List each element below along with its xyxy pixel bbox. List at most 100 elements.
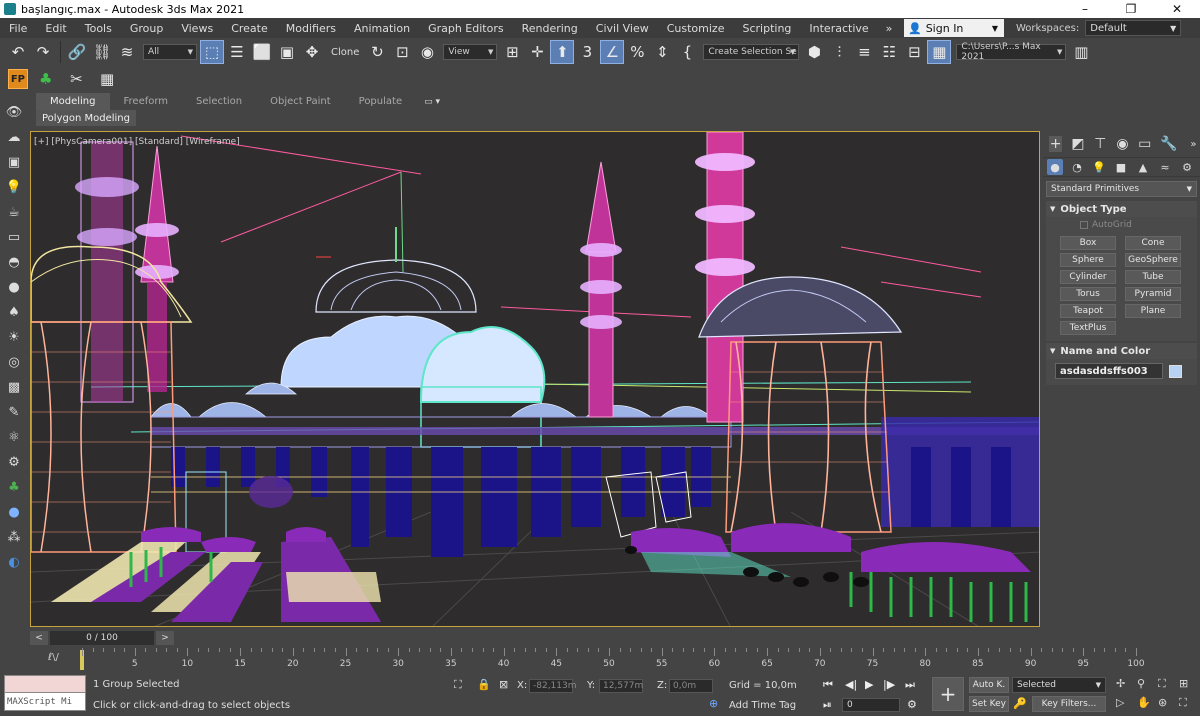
- box-button[interactable]: Box: [1060, 236, 1116, 250]
- sun-icon[interactable]: ☀: [4, 327, 24, 347]
- unlink-icon[interactable]: ⛓: [90, 40, 114, 64]
- menu-tools[interactable]: Tools: [76, 22, 121, 35]
- disc-icon[interactable]: ◎: [4, 352, 24, 372]
- pivot-icon[interactable]: ⊞: [500, 40, 524, 64]
- cameras-icon[interactable]: ■: [1113, 159, 1129, 175]
- sphere-icon[interactable]: ●: [4, 277, 24, 297]
- object-color-swatch[interactable]: [1169, 364, 1182, 378]
- zoom-extents-icon[interactable]: ⊞: [1179, 677, 1188, 690]
- menu-group[interactable]: Group: [121, 22, 173, 35]
- curve-editor-icon[interactable]: ℓ\/: [48, 652, 59, 663]
- undo-icon[interactable]: ↶: [6, 40, 30, 64]
- menu-rendering[interactable]: Rendering: [513, 22, 587, 35]
- spinner-snap-icon[interactable]: ⇕: [650, 40, 674, 64]
- menu-interactive[interactable]: Interactive: [800, 22, 877, 35]
- menu-overflow-icon[interactable]: »: [878, 22, 901, 35]
- x-coordinate-field[interactable]: -82,113m: [529, 679, 577, 693]
- current-frame-field[interactable]: 0: [842, 698, 900, 712]
- tools-icon[interactable]: ✂: [65, 67, 89, 91]
- cylinder-button[interactable]: Cylinder: [1060, 270, 1116, 284]
- menu-graph-editors[interactable]: Graph Editors: [419, 22, 513, 35]
- workspace-select[interactable]: Default ▼: [1085, 20, 1182, 36]
- torus-button[interactable]: Torus: [1060, 287, 1116, 301]
- menu-civil-view[interactable]: Civil View: [587, 22, 658, 35]
- maxscript-input[interactable]: MAXScript Mi: [4, 693, 86, 711]
- spacewarps-icon[interactable]: ≈: [1157, 159, 1173, 175]
- time-slider-handle[interactable]: 0 / 100: [50, 631, 154, 645]
- ribbon-panel-polygon-modeling[interactable]: Polygon Modeling: [36, 110, 136, 126]
- close-icon[interactable]: ✕: [1154, 0, 1200, 18]
- bind-spacewarp-icon[interactable]: ≋: [115, 40, 139, 64]
- key-filter-icon[interactable]: 🔑: [1013, 697, 1027, 710]
- pyramid-button[interactable]: Pyramid: [1125, 287, 1181, 301]
- select-object-icon[interactable]: ⬚: [200, 40, 224, 64]
- primitive-category-dropdown[interactable]: Standard Primitives ▼: [1046, 181, 1197, 197]
- motion-tab-icon[interactable]: ◉: [1116, 136, 1129, 152]
- transform-mode-icon[interactable]: ⊠: [499, 678, 508, 691]
- pan-icon[interactable]: ✋: [1137, 696, 1151, 709]
- prev-key-icon[interactable]: ◀|: [845, 678, 857, 691]
- set-key-big-button[interactable]: +: [932, 677, 964, 711]
- material-ball-icon[interactable]: ◐: [4, 552, 24, 572]
- lock-icon[interactable]: 🔒: [477, 678, 491, 691]
- fp-icon[interactable]: FP: [8, 69, 28, 89]
- restore-icon[interactable]: ❐: [1108, 0, 1154, 18]
- paint-icon[interactable]: ✎: [4, 402, 24, 422]
- menu-views[interactable]: Views: [172, 22, 222, 35]
- menu-modifiers[interactable]: Modifiers: [277, 22, 345, 35]
- menu-animation[interactable]: Animation: [345, 22, 419, 35]
- rotate-icon[interactable]: ↻: [365, 40, 389, 64]
- key-filters-button[interactable]: Key Filters...: [1032, 696, 1106, 712]
- timeline-ruler[interactable]: 5 10 15 20 25 30 35 40 45 50 55 60 65 70 75 80 85 90 95 100: [78, 648, 1170, 672]
- key-mode-dropdown[interactable]: Selected ▼: [1012, 677, 1106, 693]
- panel-overflow-icon[interactable]: »: [1187, 139, 1200, 150]
- light-bulb-icon[interactable]: 💡: [4, 177, 24, 197]
- minimize-icon[interactable]: –: [1062, 0, 1108, 18]
- hierarchy-tab-icon[interactable]: ⊤: [1094, 136, 1107, 152]
- orbit-icon[interactable]: ✢: [1116, 677, 1125, 690]
- move-icon[interactable]: ✥: [300, 40, 324, 64]
- zoom-icon[interactable]: ⚲: [1137, 677, 1145, 690]
- zoom-all-icon[interactable]: ⛶: [1158, 677, 1166, 691]
- lamp-icon[interactable]: ♠: [4, 302, 24, 322]
- play-icon[interactable]: ▶: [865, 678, 873, 691]
- key-mode-toggle-icon[interactable]: ⏯: [823, 698, 832, 712]
- name-color-header[interactable]: ▼ Name and Color: [1046, 343, 1197, 359]
- orbit-camera-icon[interactable]: ⊛: [1158, 696, 1167, 709]
- isolate-selection-icon[interactable]: ⛶: [454, 678, 462, 692]
- sphere-button[interactable]: Sphere: [1060, 253, 1116, 267]
- select-by-name-icon[interactable]: ☰: [225, 40, 249, 64]
- link-icon[interactable]: 🔗: [65, 40, 89, 64]
- shapes-icon[interactable]: ◔: [1069, 159, 1085, 175]
- modify-tab-icon[interactable]: ◩: [1071, 136, 1084, 152]
- blue-sphere-icon[interactable]: ●: [4, 502, 24, 522]
- edit-named-selection-icon[interactable]: {: [675, 40, 699, 64]
- viewport[interactable]: [+] [PhysCamera001] [Standard] [Wirefram…: [30, 131, 1040, 627]
- grid-panel-icon[interactable]: ▦: [95, 67, 119, 91]
- selection-filter-dropdown[interactable]: All ▼: [143, 44, 197, 60]
- maxscript-output[interactable]: [4, 675, 86, 693]
- sign-in-button[interactable]: 👤 Sign In ▼: [904, 19, 1004, 37]
- time-configuration-icon[interactable]: ⚙: [907, 698, 917, 711]
- menu-scripting[interactable]: Scripting: [733, 22, 800, 35]
- project-folder-icon[interactable]: ▥: [1069, 40, 1093, 64]
- tab-object-paint[interactable]: Object Paint: [256, 93, 345, 110]
- tab-freeform[interactable]: Freeform: [110, 93, 183, 110]
- cone-button[interactable]: Cone: [1125, 236, 1181, 250]
- keyboard-shortcut-override-icon[interactable]: ⬆: [550, 40, 575, 64]
- viewport-label[interactable]: [+] [PhysCamera001] [Standard] [Wirefram…: [34, 137, 240, 147]
- toggle-ribbon-icon[interactable]: ☷: [877, 40, 901, 64]
- tube-button[interactable]: Tube: [1125, 270, 1181, 284]
- tab-selection[interactable]: Selection: [182, 93, 256, 110]
- plane-button[interactable]: Plane: [1125, 304, 1181, 318]
- menu-file[interactable]: File: [0, 22, 36, 35]
- select-manipulate-icon[interactable]: ✛: [525, 40, 549, 64]
- systems-icon[interactable]: ⚙: [1179, 159, 1195, 175]
- z-coordinate-field[interactable]: 0,0m: [669, 679, 713, 693]
- window-crossing-icon[interactable]: ▣: [275, 40, 299, 64]
- layer-explorer-icon[interactable]: ≡: [852, 40, 876, 64]
- textplus-button[interactable]: TextPlus: [1060, 321, 1116, 335]
- field-of-view-icon[interactable]: ▷: [1116, 696, 1124, 709]
- add-time-tag-label[interactable]: Add Time Tag: [729, 700, 796, 711]
- nodes-icon[interactable]: ⚛: [4, 427, 24, 447]
